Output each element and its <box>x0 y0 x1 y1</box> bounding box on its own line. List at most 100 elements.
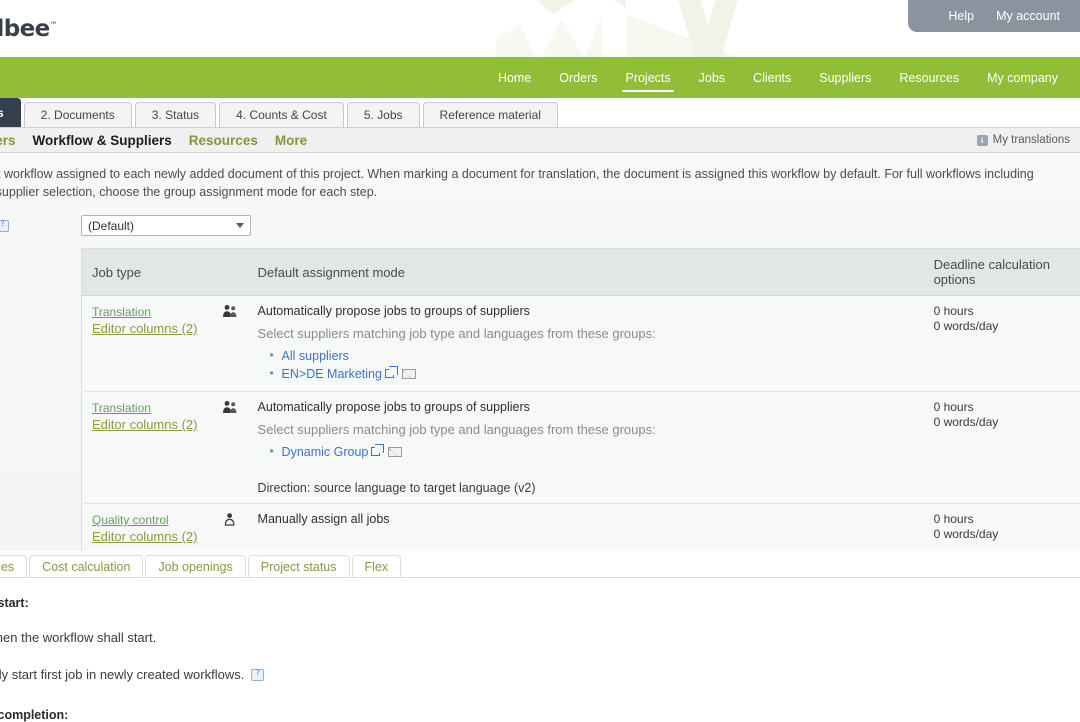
tab-job-deadlines[interactable]: Job deadlines <box>0 555 27 577</box>
tab-job-openings[interactable]: Job openings <box>145 555 245 577</box>
single-person-icon <box>222 512 238 526</box>
intro-paragraph: The default workflow assigned to each ne… <box>0 165 1056 201</box>
subnav-workflow-and-suppliers[interactable]: Workflow & Suppliers <box>33 133 172 148</box>
my-account-link[interactable]: My account <box>996 9 1060 23</box>
tab-documents[interactable]: 2. Documents <box>24 102 132 127</box>
nav-item-orders[interactable]: Orders <box>545 57 611 98</box>
header-job-type: Job type <box>82 249 222 296</box>
deadline-words: 0 words/day <box>934 527 1070 542</box>
content-area: The default workflow assigned to each ne… <box>0 153 1080 551</box>
main-navigation: Logged in Home Orders Projects Jobs Clie… <box>0 57 1080 98</box>
wordbee-watermark <box>476 0 776 57</box>
nav-item-resources[interactable]: Resources <box>885 57 973 98</box>
tab-reference-material[interactable]: Reference material <box>423 102 558 127</box>
mode-title: Automatically propose jobs to groups of … <box>258 304 914 318</box>
my-translations-label: My translations <box>993 134 1070 146</box>
supplier-group-list: Dynamic Group <box>258 443 914 461</box>
editor-columns-link[interactable]: Editor columns (2) <box>92 320 212 337</box>
editor-columns-link[interactable]: Editor columns (2) <box>92 416 212 433</box>
tab-counts-and-cost[interactable]: 4. Counts & Cost <box>219 102 344 127</box>
wordbee-logo[interactable]: Wordbee™ <box>0 16 57 42</box>
workflow-start-heading: Workflow start: <box>0 596 1058 610</box>
supplier-group-link[interactable]: EN>DE Marketing <box>282 367 382 381</box>
external-link-icon[interactable] <box>371 447 380 456</box>
cell-assignment-icon <box>222 296 248 392</box>
table-row: Translation Editor columns (2) Automatic… <box>82 392 1080 504</box>
deadline-words: 0 words/day <box>934 415 1070 430</box>
header-deadline: Deadline calculation options <box>924 249 1080 296</box>
project-step-tabs: 1. Settings 2. Documents 3. Status 4. Co… <box>0 98 1080 128</box>
nav-item-my-company[interactable]: My company <box>973 57 1072 98</box>
subnav-more[interactable]: More <box>275 133 307 148</box>
external-link-icon[interactable] <box>385 369 394 378</box>
workflow-select-value: (Default) <box>88 219 134 233</box>
header-assignment-mode: Default assignment mode <box>248 249 924 296</box>
account-bar: Help My account <box>908 0 1080 32</box>
editor-columns-link[interactable]: Editor columns (2) <box>92 528 212 545</box>
tab-settings[interactable]: 1. Settings <box>0 98 21 127</box>
workflow-start-panel: Workflow start: Choose when the workflow… <box>0 578 1080 722</box>
workflow-select-row: (Default) <box>0 201 1080 236</box>
job-type-link[interactable]: Translation <box>92 304 212 320</box>
cell-assignment-icon <box>222 392 248 504</box>
mail-icon[interactable] <box>388 447 402 457</box>
subnav-client-orders[interactable]: Client Orders <box>0 133 16 148</box>
supplier-group-list: All suppliers EN>DE Marketing <box>258 347 914 383</box>
cell-assignment-icon <box>222 504 248 554</box>
workflow-select[interactable]: (Default) <box>81 215 251 236</box>
nav-item-clients[interactable]: Clients <box>739 57 805 98</box>
cell-job-type: Quality control Editor columns (2) <box>82 504 222 554</box>
nav-item-home[interactable]: Home <box>484 57 545 98</box>
list-item: All suppliers <box>282 347 914 365</box>
logo-text: Wordbee <box>0 16 50 42</box>
workflow-table: Job type Default assignment mode Deadlin… <box>81 248 1080 554</box>
cell-deadline: 0 hours 0 words/day <box>924 392 1080 504</box>
mode-subtitle: Select suppliers matching job type and l… <box>258 326 914 341</box>
cell-job-type: Translation Editor columns (2) <box>82 392 222 504</box>
deadline-hours: 0 hours <box>934 400 1070 415</box>
mail-icon[interactable] <box>402 369 416 379</box>
help-link[interactable]: Help <box>948 9 974 23</box>
deadline-hours: 0 hours <box>934 304 1070 319</box>
tab-project-status[interactable]: Project status <box>248 555 350 577</box>
group-of-people-icon <box>222 304 238 318</box>
table-header-row: Job type Default assignment mode Deadlin… <box>82 249 1080 296</box>
cell-assignment-mode: Manually assign all jobs <box>248 504 924 554</box>
nav-item-suppliers[interactable]: Suppliers <box>805 57 885 98</box>
supplier-group-link[interactable]: All suppliers <box>282 349 349 363</box>
tab-flex[interactable]: Flex <box>352 555 402 577</box>
list-item: Dynamic Group <box>282 443 914 461</box>
mode-title: Manually assign all jobs <box>258 512 914 526</box>
cell-job-type: Translation Editor columns (2) <box>82 296 222 392</box>
help-bubble-icon[interactable] <box>0 220 9 232</box>
supplier-group-link[interactable]: Dynamic Group <box>282 445 369 459</box>
workflow-completion-heading: Workflow completion: <box>0 708 1058 722</box>
mode-title: Automatically propose jobs to groups of … <box>258 400 914 414</box>
info-icon: i <box>977 135 988 146</box>
cell-deadline: 0 hours 0 words/day <box>924 504 1080 554</box>
top-band: Wordbee™ Help My account <box>0 0 1080 57</box>
job-type-link[interactable]: Translation <box>92 400 212 416</box>
tab-status[interactable]: 3. Status <box>135 102 216 127</box>
cell-assignment-mode: Automatically propose jobs to groups of … <box>248 392 924 504</box>
tab-cost-calculation[interactable]: Cost calculation <box>29 555 143 577</box>
subnav-resources[interactable]: Resources <box>189 133 258 148</box>
job-type-link[interactable]: Quality control <box>92 512 212 528</box>
nav-item-jobs[interactable]: Jobs <box>685 57 739 98</box>
mode-subtitle: Select suppliers matching job type and l… <box>258 422 914 437</box>
direction-text: Direction: source language to target lan… <box>258 481 914 495</box>
deadline-words: 0 words/day <box>934 319 1070 334</box>
main-nav-items: Home Orders Projects Jobs Clients Suppli… <box>484 57 1080 98</box>
table-row: Translation Editor columns (2) Automatic… <box>82 296 1080 392</box>
settings-sub-navigation: Client Orders Workflow & Suppliers Resou… <box>0 128 1080 153</box>
workflow-start-description: Choose when the workflow shall start. <box>0 630 1058 645</box>
my-translations-link[interactable]: i My translations <box>977 134 1070 146</box>
cell-deadline: 0 hours 0 words/day <box>924 296 1080 392</box>
tab-jobs[interactable]: 5. Jobs <box>347 102 420 127</box>
header-assignment-icon <box>222 249 248 296</box>
list-item: EN>DE Marketing <box>282 365 914 383</box>
table-row: Quality control Editor columns (2) Manua… <box>82 504 1080 554</box>
nav-item-projects[interactable]: Projects <box>611 57 684 98</box>
cell-assignment-mode: Automatically propose jobs to groups of … <box>248 296 924 392</box>
workflow-option-tabs: Job deadlines Cost calculation Job openi… <box>0 551 1080 578</box>
